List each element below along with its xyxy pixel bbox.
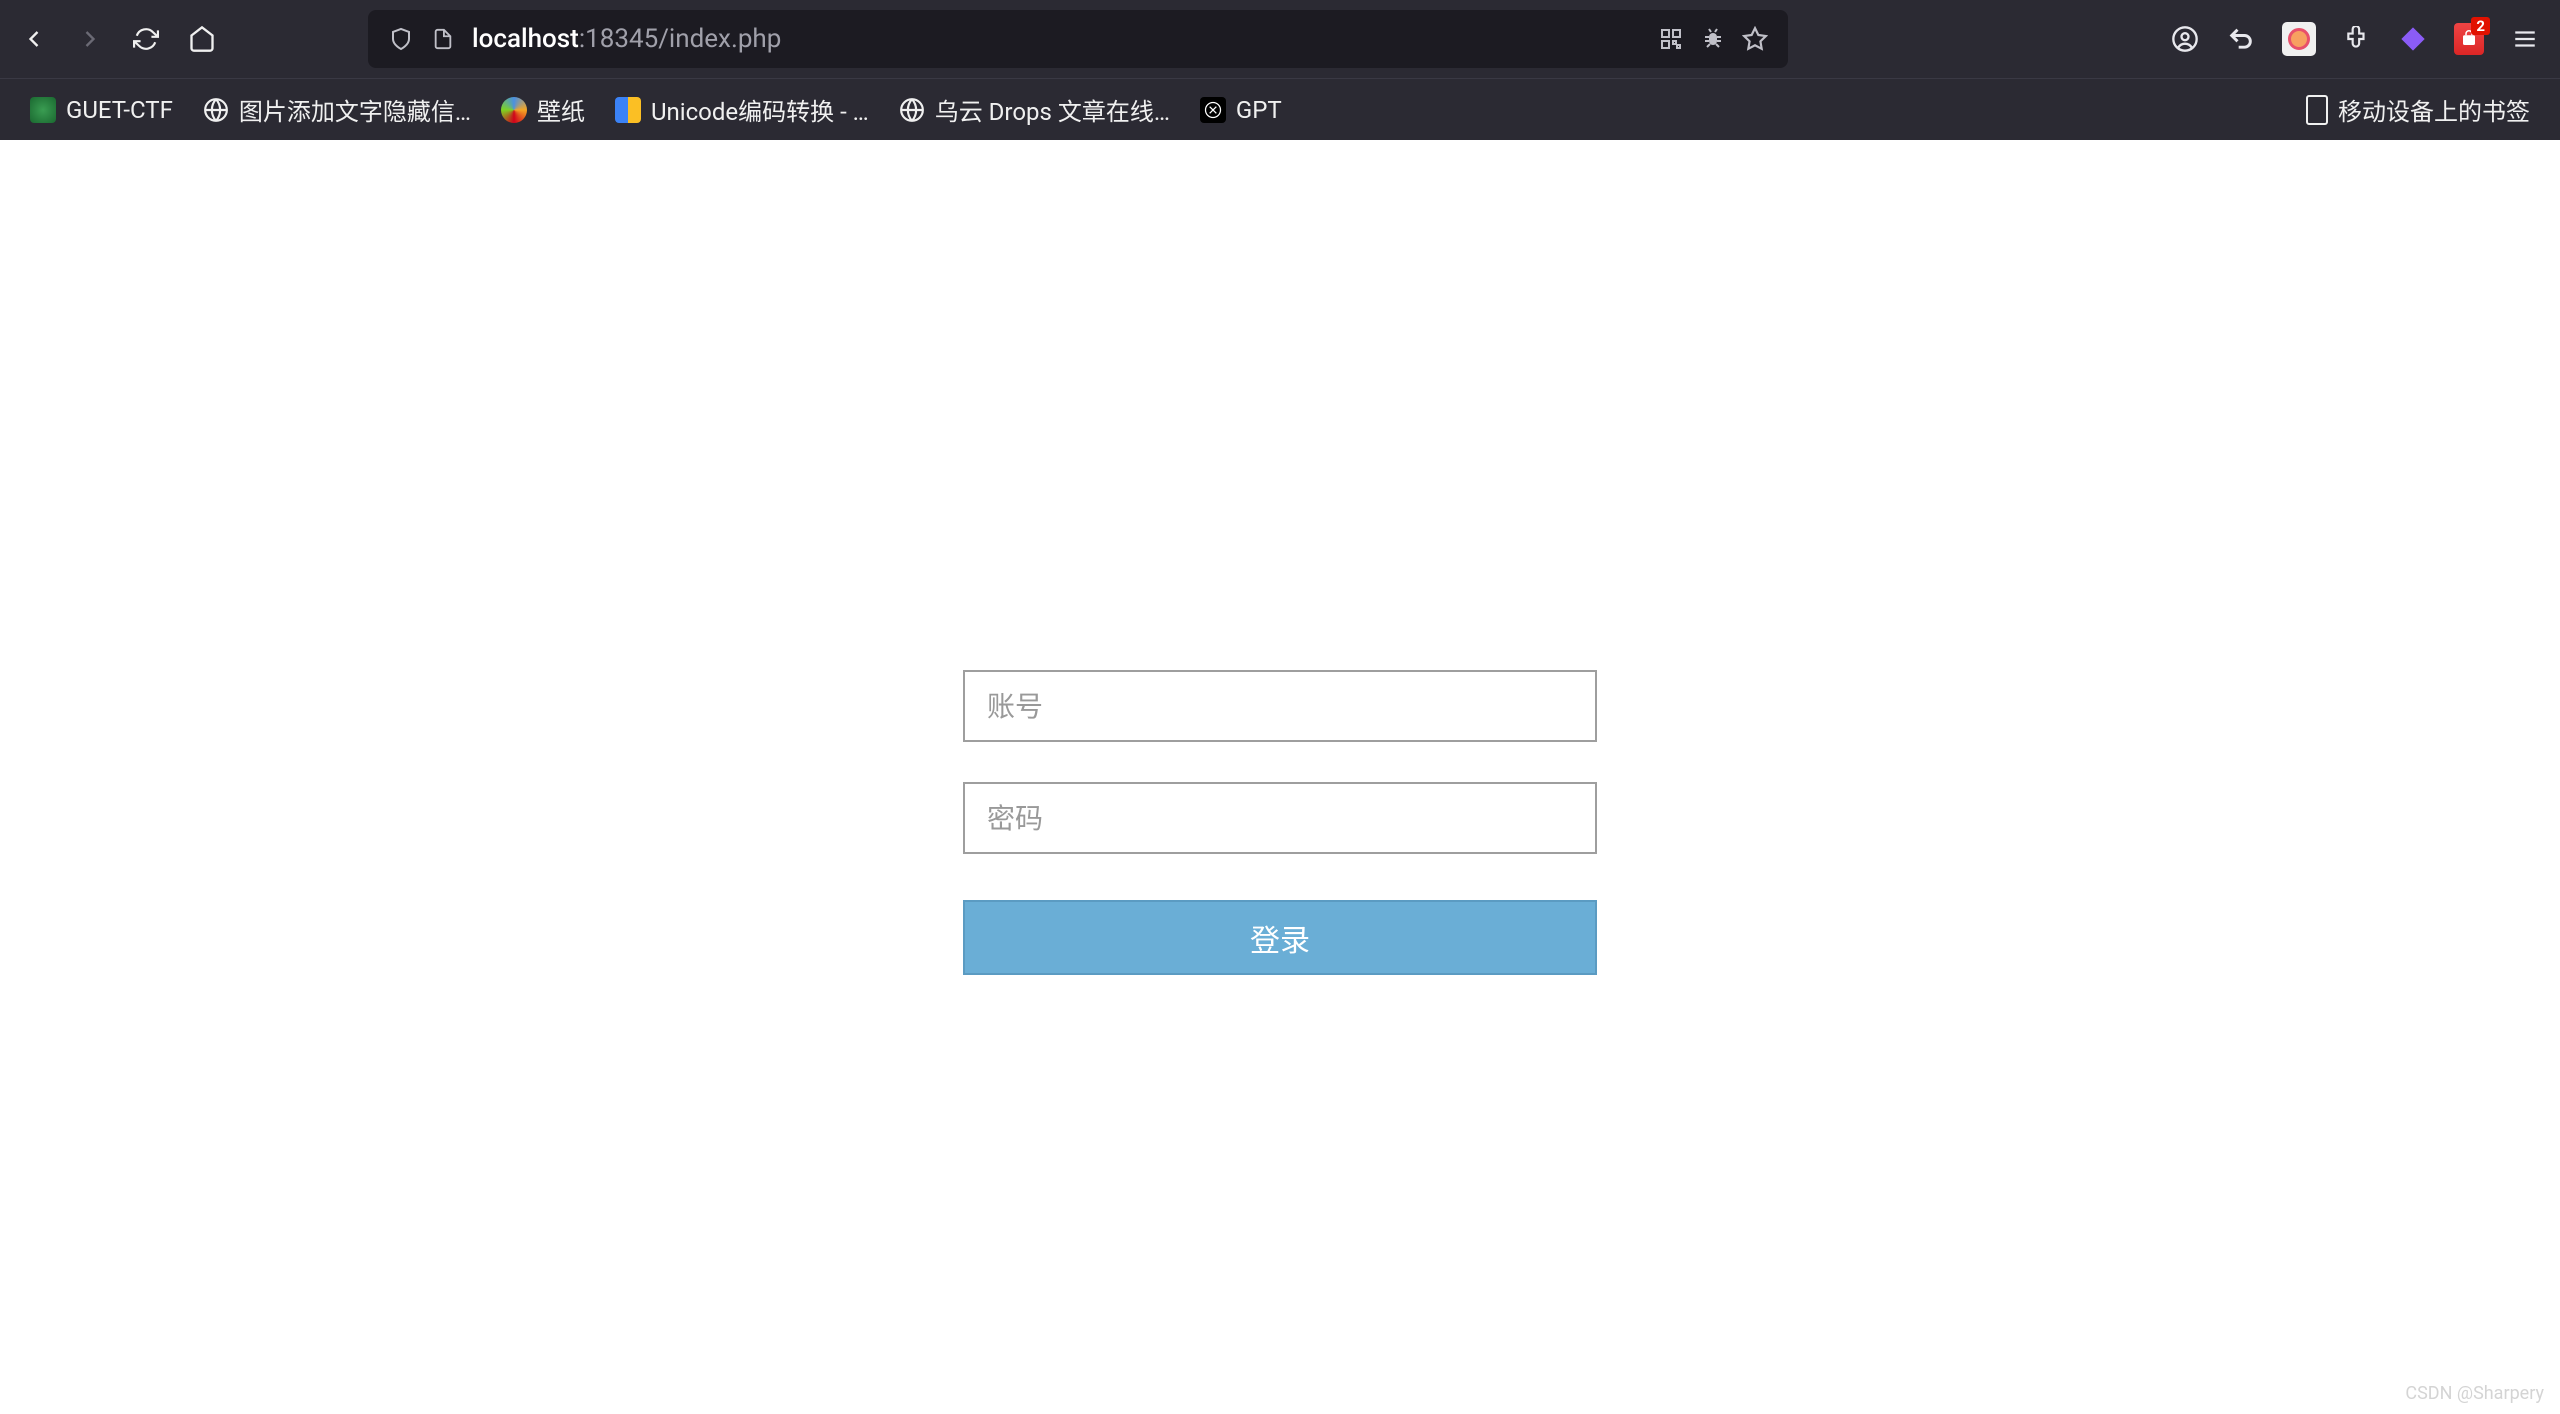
bug-icon[interactable] [1700,26,1726,52]
bookmark-star-icon[interactable] [1742,26,1768,52]
bookmark-label: 移动设备上的书签 [2338,92,2530,127]
url-path: :18345/index.php [579,24,782,54]
undo-icon[interactable] [2226,24,2256,54]
favicon-icon [1200,97,1226,123]
url-host: localhost [472,24,579,54]
bookmark-label: 壁纸 [537,92,585,127]
app-menu-icon[interactable] [2510,24,2540,54]
forward-button[interactable] [76,25,104,53]
page-info-icon[interactable] [430,26,456,52]
extension-2-icon[interactable] [2398,24,2428,54]
address-bar-left-icons [388,26,456,52]
home-button[interactable] [188,25,216,53]
favicon-icon [501,97,527,123]
mobile-icon [2306,95,2328,125]
extension-3-icon[interactable]: 2 [2454,24,2484,54]
address-right-icons [1658,26,1768,52]
page-content: 登录 [0,140,2560,1414]
favicon-icon [615,97,641,123]
browser-toolbar: localhost:18345/index.php [0,0,2560,78]
address-bar[interactable]: localhost:18345/index.php [368,10,1788,68]
nav-icon-group [20,25,216,53]
bookmark-label: GUET-CTF [66,96,173,124]
watermark-text: CSDN @Sharpery [2405,1383,2544,1404]
shield-icon[interactable] [388,26,414,52]
globe-icon [203,97,229,123]
bookmark-gpt[interactable]: GPT [1194,96,1288,124]
password-input[interactable] [963,782,1597,854]
extension-1-icon[interactable] [2282,22,2316,56]
account-icon[interactable] [2170,24,2200,54]
favicon-icon [30,97,56,123]
bookmarks-bar: GUET-CTF 图片添加文字隐藏信… 壁纸 Unicode编码转换 - … 乌… [0,78,2560,140]
bookmark-label: 图片添加文字隐藏信… [239,92,471,127]
bookmark-wallpaper[interactable]: 壁纸 [495,92,591,127]
username-input[interactable] [963,670,1597,742]
reload-button[interactable] [132,25,160,53]
extension-badge: 2 [2471,17,2490,35]
bookmark-wooyun[interactable]: 乌云 Drops 文章在线… [893,92,1176,127]
bookmark-unicode[interactable]: Unicode编码转换 - … [609,92,875,127]
extensions-icon[interactable] [2342,24,2372,54]
bookmark-image-text[interactable]: 图片添加文字隐藏信… [197,92,477,127]
bookmark-mobile[interactable]: 移动设备上的书签 [2300,92,2536,127]
globe-icon [899,97,925,123]
back-button[interactable] [20,25,48,53]
url-text: localhost:18345/index.php [472,24,781,54]
login-button[interactable]: 登录 [963,900,1597,975]
bookmark-guet-ctf[interactable]: GUET-CTF [24,96,179,124]
bookmark-label: Unicode编码转换 - … [651,92,869,127]
bookmark-label: 乌云 Drops 文章在线… [935,92,1170,127]
qr-icon[interactable] [1658,26,1684,52]
right-toolbar: 2 [2170,22,2540,56]
login-form: 登录 [963,670,1597,1414]
bookmark-label: GPT [1236,96,1282,124]
